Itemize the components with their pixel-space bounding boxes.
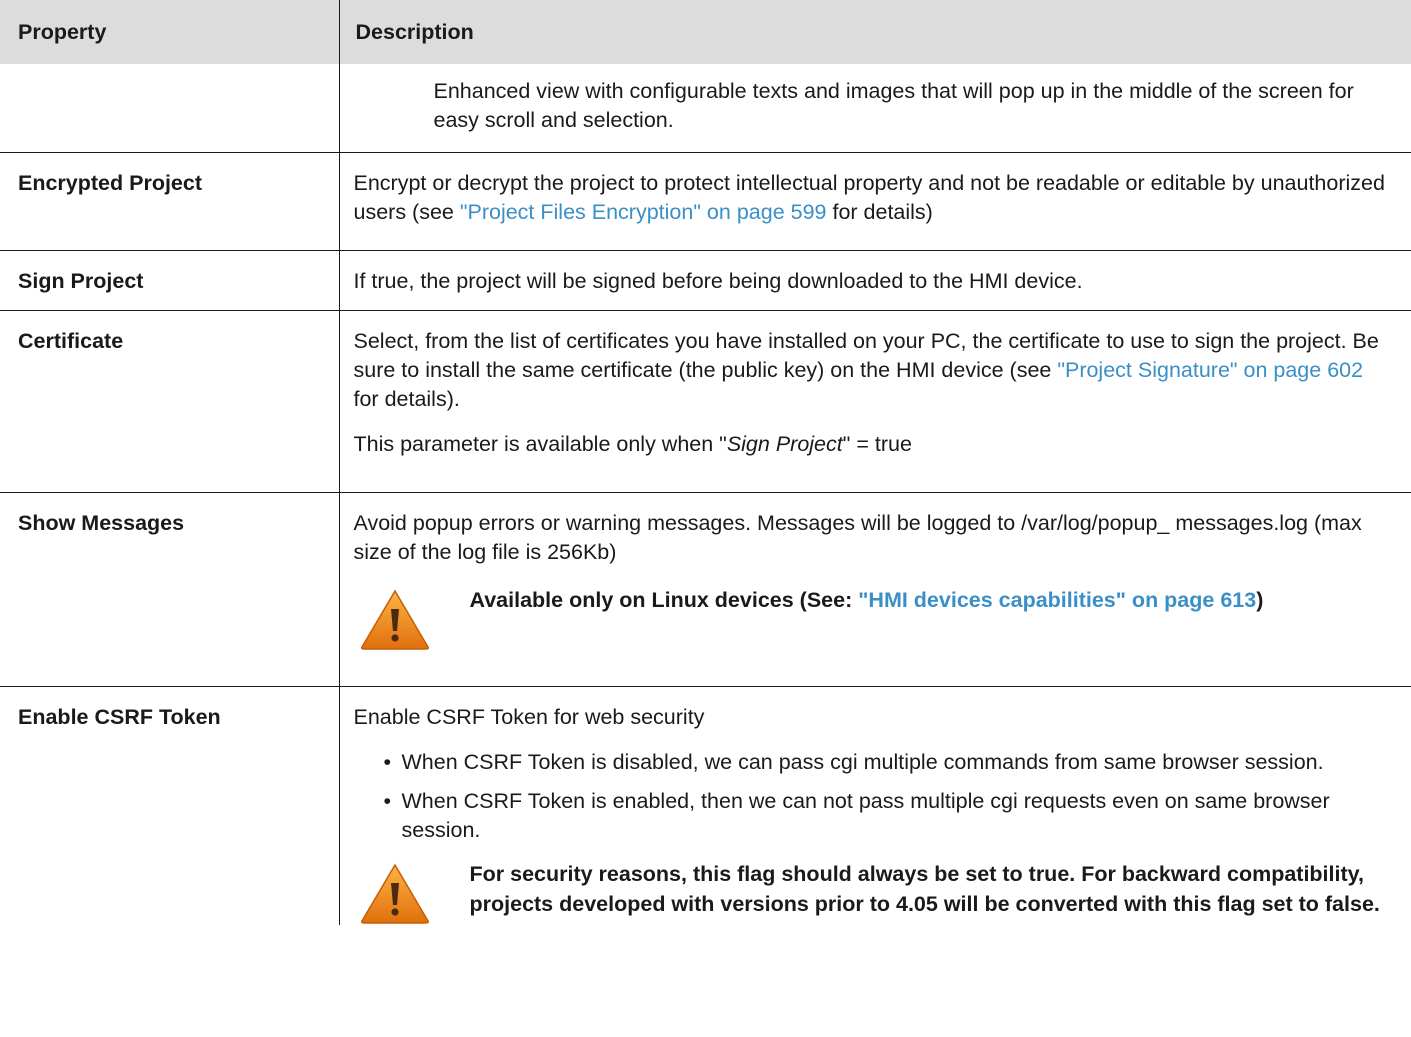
property-cell-empty bbox=[0, 64, 339, 152]
warning-text-part: ) bbox=[1256, 587, 1264, 612]
warning-text: Available only on Linux devices (See: "H… bbox=[470, 585, 1264, 615]
properties-table: Property Description Enhanced view with … bbox=[0, 0, 1411, 925]
header-description: Description bbox=[338, 0, 1411, 64]
description-cell: Encrypt or decrypt the project to protec… bbox=[338, 151, 1411, 250]
list-item: When CSRF Token is disabled, we can pass… bbox=[384, 748, 1388, 777]
warning-text: For security reasons, this flag should a… bbox=[469, 861, 1380, 916]
warning-triangle-icon bbox=[360, 589, 429, 650]
table-row: Enhanced view with configurable texts an… bbox=[0, 64, 1411, 152]
warning-note: For security reasons, this flag should a… bbox=[354, 859, 1388, 925]
table-header-row: Property Description bbox=[0, 0, 1411, 64]
description-text: Avoid popup errors or warning messages. … bbox=[353, 510, 1362, 564]
property-name: Show Messages bbox=[0, 491, 339, 686]
project-files-encryption-link[interactable]: "Project Files Encryption" on page 599 bbox=[460, 200, 827, 224]
description-text: Select, from the list of certificates yo… bbox=[354, 327, 1388, 414]
description-text: Encrypt or decrypt the project to protec… bbox=[354, 169, 1388, 227]
list-item: When CSRF Token is enabled, then we can … bbox=[384, 787, 1388, 845]
description-text-part: for details). bbox=[353, 386, 460, 411]
table-row: Encrypted Project Encrypt or decrypt the… bbox=[0, 151, 1411, 250]
warning-note: Available only on Linux devices (See: "H… bbox=[354, 585, 1388, 651]
project-signature-link[interactable]: "Project Signature" on page 602 bbox=[1057, 358, 1363, 382]
description-cell: Avoid popup errors or warning messages. … bbox=[338, 491, 1411, 686]
table-row: Show Messages Avoid popup errors or warn… bbox=[0, 491, 1411, 686]
table-row: Sign Project If true, the project will b… bbox=[0, 249, 1411, 310]
warning-text-part: Available only on Linux devices (See: bbox=[469, 587, 859, 612]
hmi-devices-capabilities-link[interactable]: "HMI devices capabilities" on page 613 bbox=[858, 588, 1256, 612]
table-row: Enable CSRF Token Enable CSRF Token for … bbox=[0, 685, 1411, 925]
header-property: Property bbox=[0, 0, 339, 64]
warning-triangle-icon bbox=[360, 863, 429, 924]
property-name: Certificate bbox=[0, 309, 339, 492]
parameter-note: This parameter is available only when "S… bbox=[354, 430, 1388, 459]
property-name: Enable CSRF Token bbox=[0, 685, 339, 925]
description-text: Enable CSRF Token for web security bbox=[353, 704, 705, 729]
note-text-part: This parameter is available only when " bbox=[353, 431, 727, 456]
description-text: If true, the project will be signed befo… bbox=[338, 249, 1411, 310]
description-cell: Enable CSRF Token for web security When … bbox=[338, 685, 1411, 925]
description-cell: Select, from the list of certificates yo… bbox=[338, 309, 1411, 492]
description-text-part: for details) bbox=[826, 199, 933, 224]
table-row: Certificate Select, from the list of cer… bbox=[0, 309, 1411, 492]
bullet-list: When CSRF Token is disabled, we can pass… bbox=[354, 748, 1388, 845]
description-cell: Enhanced view with configurable texts an… bbox=[338, 64, 1411, 152]
note-italic-text: Sign Project bbox=[726, 431, 843, 456]
description-text: Enhanced view with configurable texts an… bbox=[433, 79, 1354, 132]
note-text-part: " = true bbox=[842, 431, 912, 456]
property-name: Sign Project bbox=[0, 249, 339, 310]
property-name: Encrypted Project bbox=[0, 151, 339, 250]
